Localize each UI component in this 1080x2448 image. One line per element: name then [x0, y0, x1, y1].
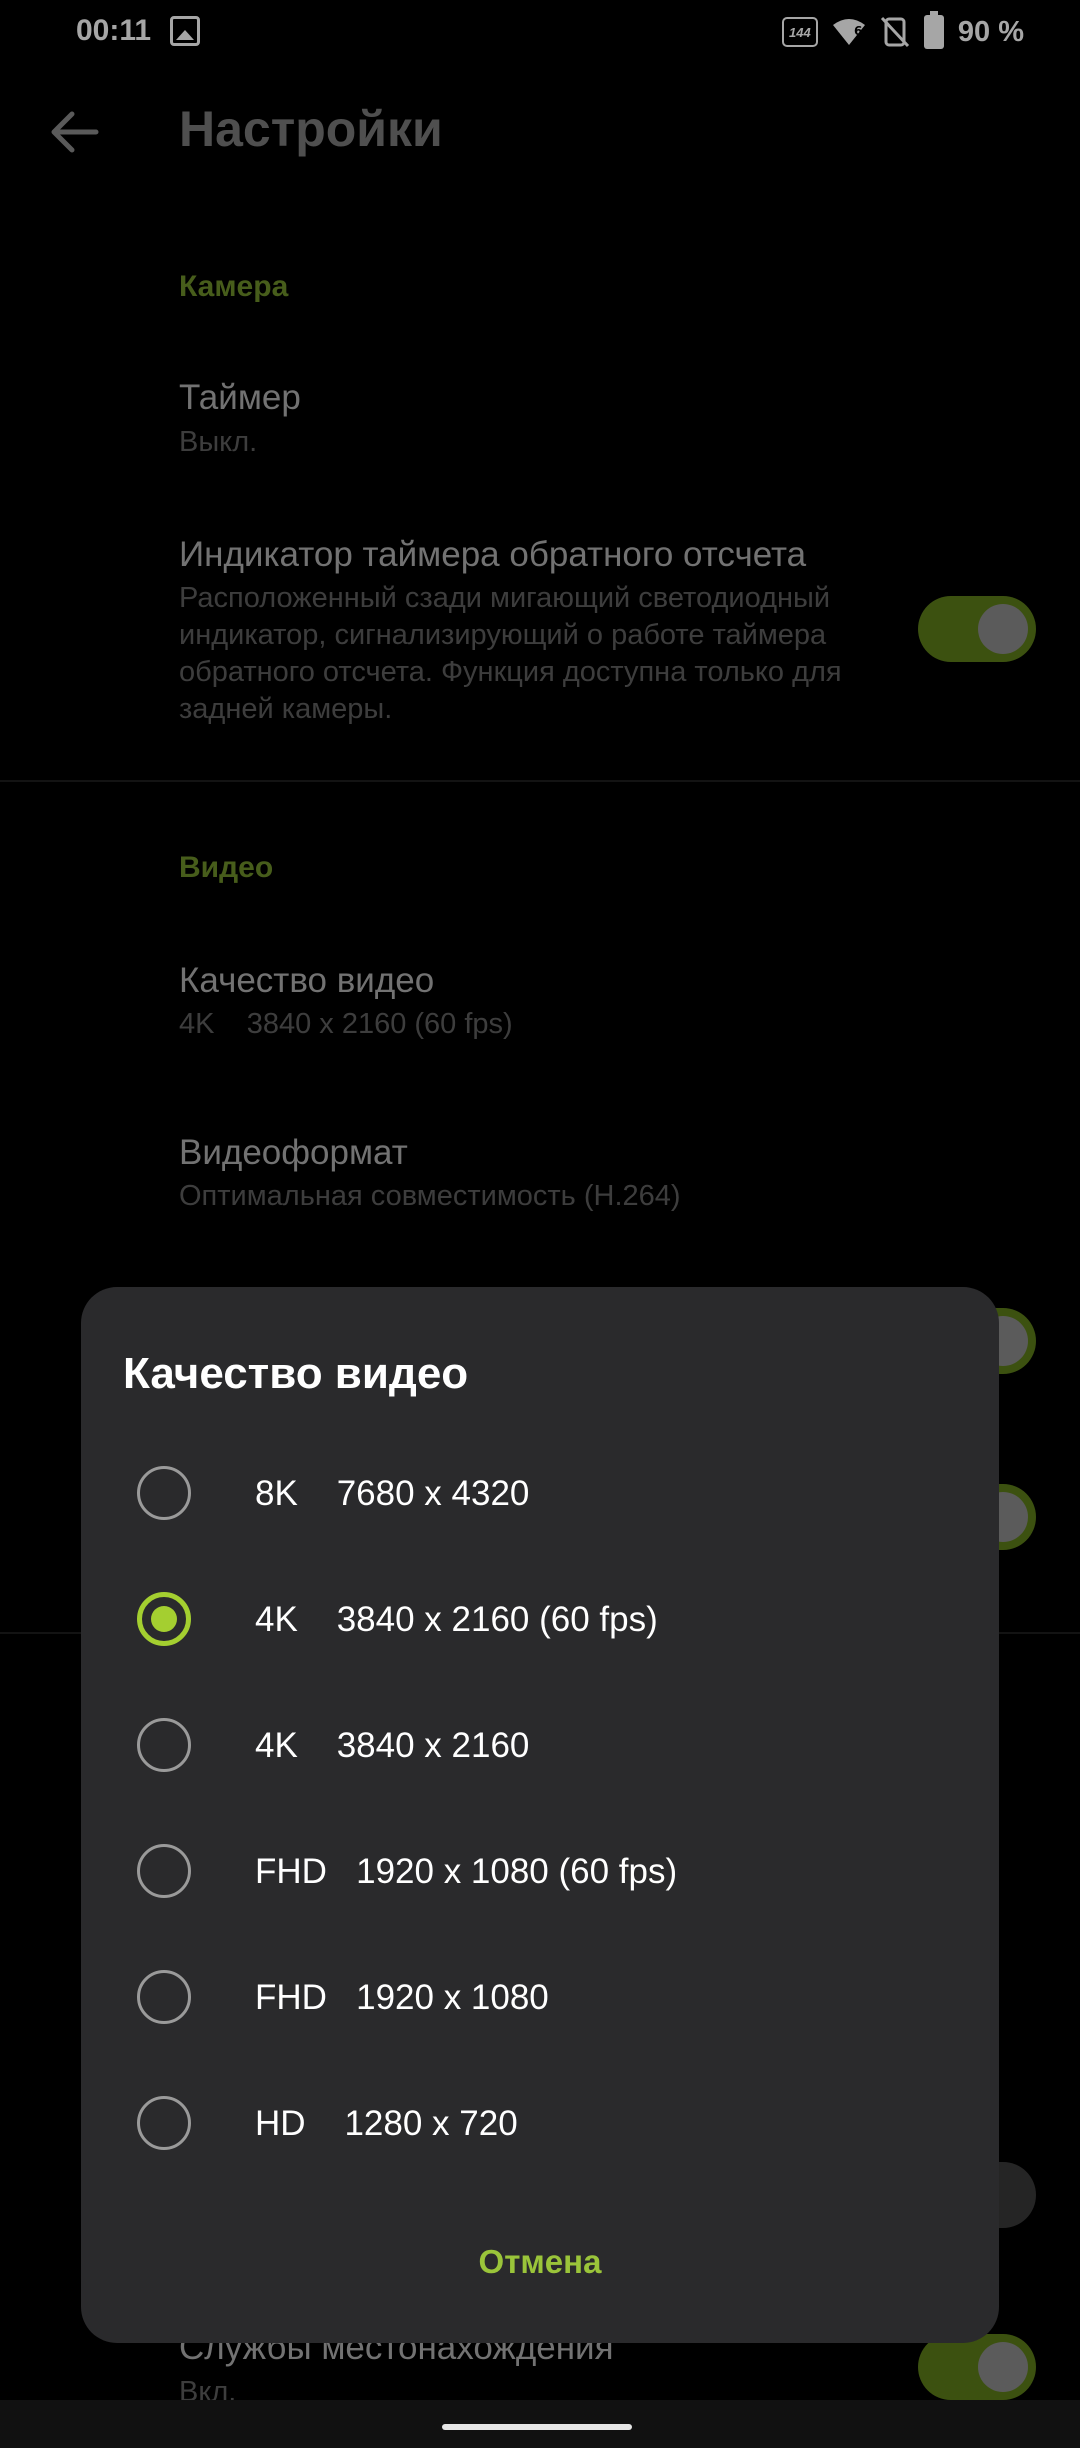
option-label: FHD 1920 x 1080 (60 fps) — [255, 1852, 678, 1891]
radio-button[interactable] — [137, 1718, 191, 1772]
radio-button[interactable] — [137, 1970, 191, 2024]
radio-button[interactable] — [137, 2096, 191, 2150]
option-fhd-60fps[interactable]: FHD 1920 x 1080 (60 fps) — [81, 1816, 999, 1926]
option-label: 4K 3840 x 2160 — [255, 1726, 530, 1765]
dialog-title: Качество видео — [123, 1349, 469, 1398]
option-fhd[interactable]: FHD 1920 x 1080 — [81, 1942, 999, 2052]
option-label: FHD 1920 x 1080 — [255, 1978, 549, 2017]
option-4k[interactable]: 4K 3840 x 2160 — [81, 1690, 999, 1800]
option-label: HD 1280 x 720 — [255, 2104, 518, 2143]
radio-button-selected[interactable] — [137, 1592, 191, 1646]
video-quality-dialog: Качество видео 8K 7680 x 4320 4K 3840 x … — [81, 1287, 999, 2343]
option-label: 8K 7680 x 4320 — [255, 1474, 530, 1513]
option-hd[interactable]: HD 1280 x 720 — [81, 2068, 999, 2178]
option-label: 4K 3840 x 2160 (60 fps) — [255, 1600, 658, 1639]
option-4k-60fps[interactable]: 4K 3840 x 2160 (60 fps) — [81, 1564, 999, 1674]
radio-button[interactable] — [137, 1844, 191, 1898]
cancel-button[interactable]: Отмена — [81, 2243, 999, 2281]
home-gesture-handle[interactable] — [442, 2424, 632, 2430]
option-8k[interactable]: 8K 7680 x 4320 — [81, 1438, 999, 1548]
radio-button[interactable] — [137, 1466, 191, 1520]
